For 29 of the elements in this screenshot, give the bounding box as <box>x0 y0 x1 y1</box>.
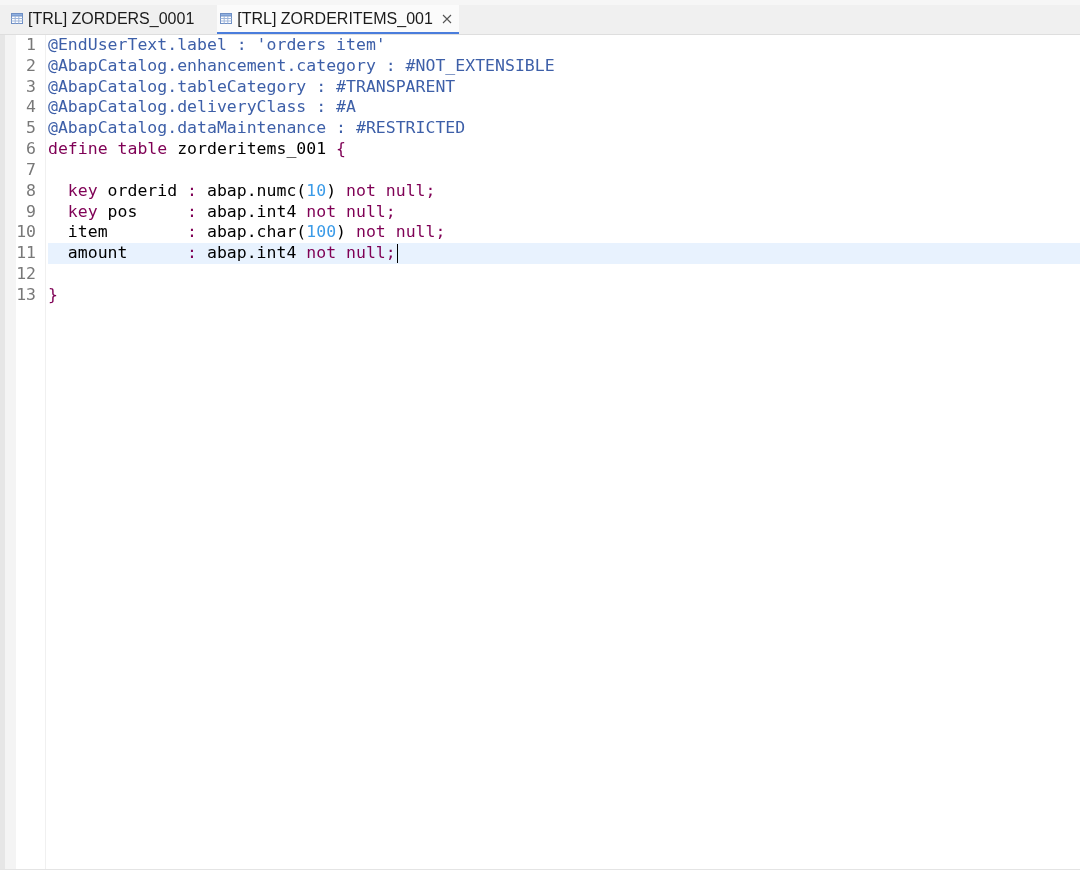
line-number: 12 <box>16 264 36 285</box>
line-number: 7 <box>26 159 36 181</box>
code-line: amount : abap.int4 not null; <box>66 243 396 265</box>
code-line: @EndUserText.label : 'orders item' <box>48 35 386 56</box>
line-number: 13 <box>16 284 36 306</box>
line-number: 1 <box>26 35 36 56</box>
table-icon <box>11 13 23 24</box>
line-number: 2 <box>26 55 36 77</box>
line-number: 3 <box>26 76 36 98</box>
code-line: @AbapCatalog.tableCategory : #TRANSPARENT <box>48 76 456 98</box>
line-number: 4 <box>26 97 36 119</box>
line-number: 8 <box>26 180 36 202</box>
code-line: key pos : abap.int4 not null; <box>66 201 396 223</box>
code-line: key orderid : abap.numc(10) not null; <box>66 180 436 202</box>
line-number: 5 <box>26 118 36 140</box>
code-line: @AbapCatalog.enhancement.category : #NOT_EXTENSIBLE <box>48 55 555 77</box>
code-line: @AbapCatalog.deliveryClass : #A <box>48 97 356 119</box>
code-line: define table zorderitems_001 { <box>48 139 347 160</box>
code-line: item : abap.char(100) not null; <box>66 222 446 244</box>
line-number: 6 <box>26 139 36 160</box>
code-line: } <box>48 284 58 306</box>
editor-tab[interactable]: [TRL] ZORDERS_0001 <box>8 5 218 34</box>
editor-tab[interactable]: [TRL] ZORDERITEMS_001 <box>217 5 459 34</box>
close-icon[interactable] <box>441 13 452 24</box>
code-line: @AbapCatalog.dataMaintenance : #RESTRICTED <box>48 118 466 140</box>
line-number: 10 <box>16 222 36 244</box>
table-icon <box>220 13 233 24</box>
line-number: 11 <box>16 243 36 265</box>
line-number: 9 <box>26 201 36 223</box>
